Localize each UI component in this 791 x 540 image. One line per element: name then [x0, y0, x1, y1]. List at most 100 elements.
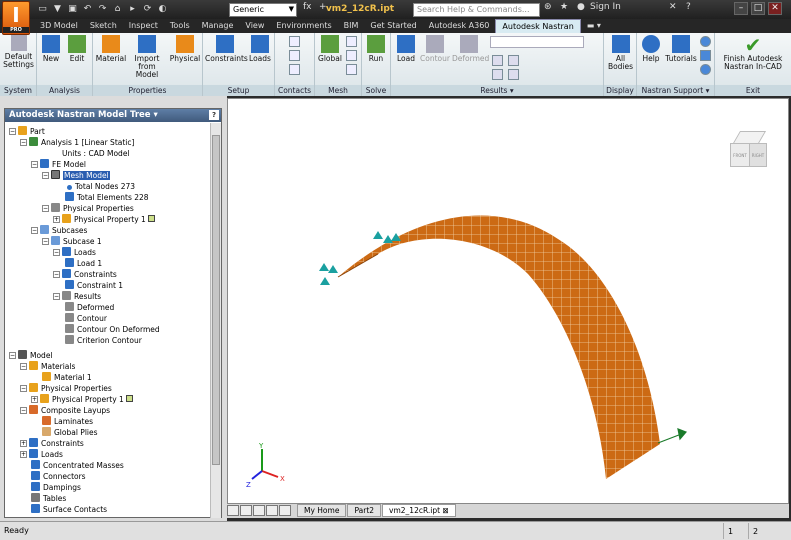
- tab-tools[interactable]: Tools: [164, 19, 196, 33]
- collapse-toggle[interactable]: −: [31, 161, 38, 168]
- mesh-tool-icon-3[interactable]: [346, 64, 357, 75]
- mesh-tool-icon-2[interactable]: [346, 50, 357, 61]
- tile-horizontal-icon[interactable]: [227, 505, 239, 516]
- redo-icon[interactable]: ↷: [96, 3, 109, 16]
- group-results-label[interactable]: Results ▾: [391, 85, 603, 96]
- select-icon[interactable]: ▸: [126, 3, 139, 16]
- contact-icon-1[interactable]: [289, 36, 300, 47]
- graphics-viewport[interactable]: FRONT RIGHT Y X Z: [227, 98, 789, 504]
- search-input[interactable]: Search Help & Commands...: [413, 3, 540, 17]
- mesh-shell-model[interactable]: [228, 99, 790, 505]
- tree-item-physical-properties[interactable]: − Physical Properties: [42, 203, 134, 214]
- collapse-toggle[interactable]: −: [53, 293, 60, 300]
- tree-item-tables[interactable]: Tables: [31, 493, 66, 504]
- import-from-model-button[interactable]: Import from Model: [127, 35, 167, 79]
- global-mesh-button[interactable]: Global: [317, 35, 343, 63]
- physical-button[interactable]: Physical: [169, 35, 201, 63]
- open-icon[interactable]: ▼: [51, 3, 64, 16]
- contact-icon-3[interactable]: [289, 64, 300, 75]
- tree-item-global-plies[interactable]: Global Plies: [42, 427, 98, 438]
- tab-environments[interactable]: Environments: [270, 19, 337, 33]
- tree-item-loads[interactable]: − Loads: [53, 247, 96, 258]
- results-dropdown[interactable]: [490, 36, 584, 48]
- doc-tab-part2[interactable]: Part2: [347, 504, 382, 517]
- all-bodies-button[interactable]: All Bodies: [606, 35, 635, 71]
- tree-item-dampings[interactable]: Dampings: [31, 482, 81, 493]
- scrollbar-thumb[interactable]: [212, 135, 220, 465]
- tree-item-total-nodes[interactable]: Total Nodes 273: [65, 181, 135, 192]
- material-dropdown[interactable]: Generic ▼: [229, 3, 297, 17]
- arrange-icon[interactable]: [266, 505, 278, 516]
- load-results-button[interactable]: Load: [394, 35, 418, 63]
- tree-item-mesh-model[interactable]: − Mesh Model: [42, 170, 110, 181]
- tree-item-subcase-1[interactable]: − Subcase 1: [42, 236, 102, 247]
- viewcube[interactable]: FRONT RIGHT: [728, 131, 770, 175]
- collapse-toggle[interactable]: −: [20, 139, 27, 146]
- doc-tab-vm2-12cr[interactable]: vm2_12cR.ipt ⊠: [382, 504, 456, 517]
- tab-sketch[interactable]: Sketch: [84, 19, 123, 33]
- update-icon[interactable]: ⟳: [141, 3, 154, 16]
- results-nav-icon-3[interactable]: [492, 69, 503, 80]
- collapse-toggle[interactable]: −: [9, 128, 16, 135]
- tile-vertical-icon[interactable]: [240, 505, 252, 516]
- tutorials-button[interactable]: Tutorials: [665, 35, 697, 63]
- tree-scrollbar[interactable]: [210, 123, 221, 518]
- collapse-toggle[interactable]: −: [20, 407, 27, 414]
- results-nav-icon-1[interactable]: [492, 55, 503, 66]
- mesh-tool-icon-1[interactable]: [346, 36, 357, 47]
- tree-item-physical-property-1[interactable]: + Physical Property 1: [53, 214, 156, 225]
- tab-autodesk-a360[interactable]: Autodesk A360: [423, 19, 496, 33]
- new-analysis-button[interactable]: New: [40, 35, 62, 63]
- viewcube-right[interactable]: RIGHT: [749, 143, 767, 167]
- loads-button[interactable]: Loads: [248, 35, 272, 63]
- tab-get-started[interactable]: Get Started: [364, 19, 422, 33]
- tab-extra-toggle[interactable]: ▬ ▾: [581, 19, 607, 33]
- contour-button[interactable]: Contour: [420, 35, 450, 63]
- tree-item-deformed[interactable]: Deformed: [65, 302, 114, 313]
- cascade-icon[interactable]: [253, 505, 265, 516]
- minimize-button[interactable]: –: [734, 2, 748, 15]
- panel-help-icon[interactable]: ?: [209, 110, 219, 120]
- tree-item-total-elements[interactable]: Total Elements 228: [65, 192, 149, 203]
- tree-item-composite-layups[interactable]: − Composite Layups: [20, 405, 110, 416]
- undo-icon[interactable]: ↶: [81, 3, 94, 16]
- collapse-toggle[interactable]: −: [20, 385, 27, 392]
- tree-item-model-physical-property-1[interactable]: + Physical Property 1: [31, 394, 134, 405]
- deformed-button[interactable]: Deformed: [452, 35, 489, 63]
- menu-icon[interactable]: [279, 505, 291, 516]
- collapse-toggle[interactable]: −: [31, 227, 38, 234]
- model-tree-header[interactable]: Autodesk Nastran Model Tree ▾?: [5, 109, 221, 122]
- tree-item-constraint-1[interactable]: Constraint 1: [65, 280, 123, 291]
- collapse-toggle[interactable]: −: [20, 363, 27, 370]
- doc-tab-my-home[interactable]: My Home: [297, 504, 347, 517]
- tree-item-results[interactable]: − Results: [53, 291, 101, 302]
- edit-analysis-button[interactable]: Edit: [66, 35, 88, 63]
- save-icon[interactable]: ▣: [66, 3, 79, 16]
- close-tab-icon[interactable]: ⊠: [442, 506, 448, 515]
- exchange-icon[interactable]: ✕: [669, 2, 677, 12]
- tab-bim[interactable]: BIM: [338, 19, 365, 33]
- results-nav-icon-2[interactable]: [508, 55, 519, 66]
- tree-item-connectors[interactable]: Connectors: [31, 471, 86, 482]
- star-icon[interactable]: ★: [560, 2, 568, 12]
- tree-item-surface-contacts[interactable]: Surface Contacts: [31, 504, 107, 515]
- home-icon[interactable]: ⌂: [111, 3, 124, 16]
- help-icon[interactable]: ?: [686, 2, 691, 12]
- collapse-toggle[interactable]: −: [53, 249, 60, 256]
- collapse-toggle[interactable]: −: [42, 205, 49, 212]
- tab-autodesk-nastran[interactable]: Autodesk Nastran: [495, 19, 581, 33]
- tree-item-subcases[interactable]: − Subcases: [31, 225, 87, 236]
- expand-toggle[interactable]: +: [31, 396, 38, 403]
- maximize-button[interactable]: □: [751, 2, 765, 15]
- tree-item-contour-on-deformed[interactable]: Contour On Deformed: [65, 324, 160, 335]
- tree-item-load-1[interactable]: Load 1: [65, 258, 102, 269]
- sign-in-link[interactable]: Sign In: [590, 2, 621, 12]
- tree-item-constraints[interactable]: − Constraints: [53, 269, 117, 280]
- tree-item-model-constraints[interactable]: + Constraints: [20, 438, 84, 449]
- tab-manage[interactable]: Manage: [196, 19, 240, 33]
- chat-icon[interactable]: [700, 50, 711, 61]
- constraints-button[interactable]: Constraints: [205, 35, 248, 63]
- tree-item-units[interactable]: Units : CAD Model: [62, 148, 130, 159]
- run-button[interactable]: Run: [365, 35, 387, 63]
- tab-3d-model[interactable]: 3D Model: [34, 19, 84, 33]
